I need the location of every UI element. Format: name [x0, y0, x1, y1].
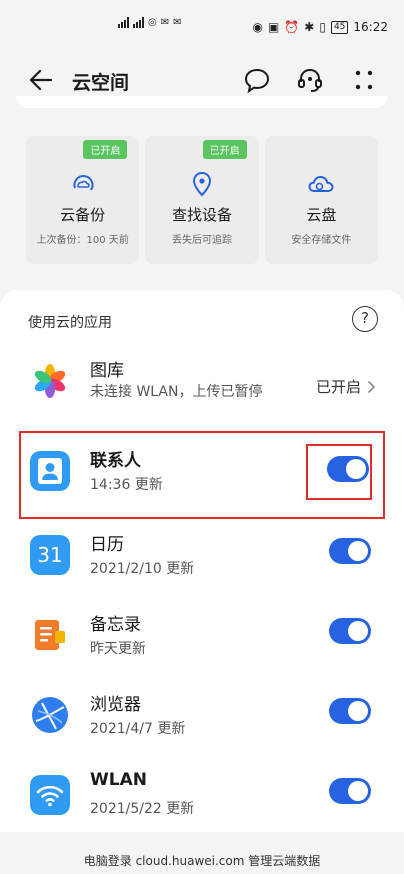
app-status-text: 昨天更新	[90, 641, 146, 657]
more-options-icon[interactable]	[350, 66, 378, 94]
nfc-icon: ▣	[267, 20, 280, 34]
feature-name: 云盘	[306, 206, 337, 224]
browser-sync-toggle[interactable]	[329, 698, 371, 724]
footer-note: 电脑登录 cloud.huawei.com 管理云端数据	[83, 854, 321, 868]
cloud-drive-icon	[308, 175, 334, 192]
notification-icon: ✉	[160, 17, 170, 28]
browser-icon	[32, 697, 68, 733]
feature-cloud-backup[interactable]: 已开启 云备份 上次备份：100 天前	[26, 136, 140, 264]
chat-bubble-icon[interactable]	[243, 66, 271, 94]
chevron-right-icon	[367, 380, 376, 393]
app-status-text: 2021/2/10 更新	[90, 561, 195, 577]
cloud-backup-icon	[73, 175, 94, 191]
section-title: 使用云的应用	[28, 315, 112, 331]
signal-icon	[118, 17, 129, 28]
notepad-sync-toggle[interactable]	[329, 618, 371, 644]
location-pin-icon	[192, 171, 211, 197]
calendar-icon: 31	[30, 535, 70, 575]
toggle-knob	[348, 781, 368, 801]
feature-subtitle: 安全存储文件	[291, 235, 352, 246]
feature-name: 查找设备	[171, 206, 232, 224]
wlan-sync-toggle[interactable]	[329, 778, 371, 804]
app-row-wlan[interactable]: WLAN 2021/5/22 更新	[0, 762, 404, 836]
gallery-icon	[34, 364, 66, 398]
back-arrow-icon[interactable]	[26, 66, 54, 94]
app-status-text: 2021/5/22 更新	[90, 801, 195, 817]
app-status-text: 未连接 WLAN，上传已暂停	[90, 384, 263, 400]
feature-cloud-drive[interactable]: 云盘 安全存储文件	[264, 136, 378, 264]
app-name: 备忘录	[90, 615, 141, 635]
gallery-enabled-link[interactable]: 已开启	[316, 376, 376, 397]
feature-subtitle: 丢失后可追踪	[171, 235, 232, 246]
feature-find-device[interactable]: 已开启 查找设备 丢失后可追踪	[145, 136, 259, 264]
page-title: 云空间	[72, 72, 130, 94]
app-row-calendar[interactable]: 31 日历 2021/2/10 更新	[0, 522, 404, 596]
app-row-notepad[interactable]: 备忘录 昨天更新	[0, 602, 404, 676]
calendar-sync-toggle[interactable]	[329, 538, 371, 564]
help-icon[interactable]: ?	[352, 306, 378, 332]
app-row-gallery[interactable]: 图库 未连接 WLAN，上传已暂停 已开启	[0, 348, 404, 422]
eye-icon: ◉	[252, 20, 263, 34]
bluetooth-icon: ✱	[304, 20, 315, 34]
app-row-browser[interactable]: 浏览器 2021/4/7 更新	[0, 682, 404, 756]
status-icons-right: ◉ ▣ ⏰ ✱ ▯ 45 16:22	[253, 20, 389, 34]
app-name: WLAN	[90, 770, 147, 790]
toggle-knob	[348, 701, 368, 721]
toggle-knob	[348, 621, 368, 641]
app-name: 浏览器	[90, 695, 141, 715]
vibrate-icon: ▯	[319, 20, 326, 34]
apps-card: 使用云的应用 ? 图库 未连接 WLAN，上传已暂停 已开启 联系人 14:36…	[0, 290, 404, 832]
toggle-knob	[348, 541, 368, 561]
app-name: 日历	[90, 535, 124, 555]
notepad-icon	[35, 620, 65, 650]
notification-icon: ◎	[148, 17, 157, 28]
status-badge: 已开启	[202, 140, 247, 159]
storage-card-edge	[16, 96, 388, 108]
app-name: 图库	[90, 361, 124, 381]
status-icons-left: ◎ ✉ ✉	[118, 17, 182, 28]
signal-icon	[133, 17, 144, 28]
wifi-icon	[30, 775, 70, 815]
enabled-label: 已开启	[315, 378, 361, 396]
status-time: 16:22	[353, 20, 388, 34]
status-bar: ◎ ✉ ✉ ◉ ▣ ⏰ ✱ ▯ 45 16:22	[0, 0, 404, 56]
feature-subtitle: 上次备份：100 天前	[36, 235, 129, 246]
customer-service-icon[interactable]	[296, 66, 324, 94]
feature-tiles: 已开启 云备份 上次备份：100 天前 已开启 查找设备 丢失后可追踪 云盘 安…	[26, 136, 378, 264]
alarm-icon: ⏰	[284, 20, 300, 34]
battery-icon: 45	[330, 20, 349, 34]
app-status-text: 2021/4/7 更新	[90, 721, 186, 737]
feature-name: 云备份	[60, 206, 106, 224]
highlight-box-contacts-toggle	[306, 444, 372, 500]
notification-icon: ✉	[173, 17, 182, 28]
status-badge: 已开启	[83, 140, 128, 159]
